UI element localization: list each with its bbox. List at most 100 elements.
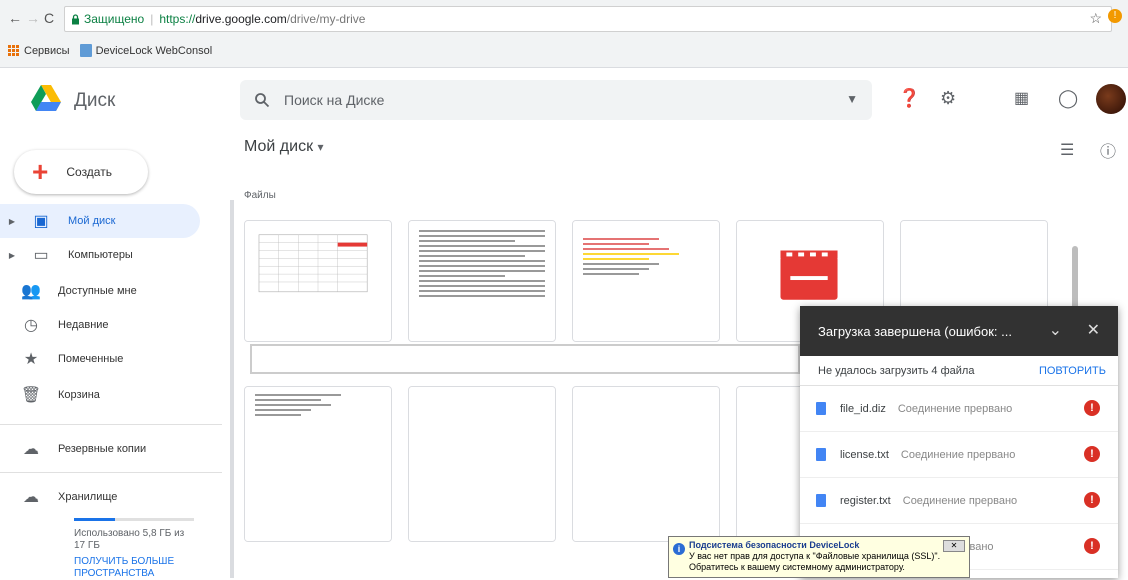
file-tile[interactable] [572, 386, 720, 542]
collapse-icon[interactable]: ⌄ [1049, 320, 1062, 340]
sidebar-scrollbar[interactable] [230, 200, 234, 578]
lock-icon: Защищено [71, 12, 144, 26]
sidebar-item-trash[interactable]: 🗑 Корзина [0, 378, 200, 412]
sidebar-item-label: Помеченные [58, 353, 124, 365]
bookmark-devicelock[interactable]: DeviceLock WebConsol [79, 44, 212, 57]
reload-icon[interactable]: C [44, 10, 54, 26]
notifications-icon[interactable]: ◯ [1058, 88, 1078, 109]
sidebar-item-label: Корзина [58, 389, 100, 401]
filename-input[interactable] [250, 344, 800, 374]
bookmark-star-icon[interactable]: ☆ [1089, 10, 1102, 27]
list-view-icon[interactable]: ☰ [1060, 140, 1074, 160]
sidebar-item-label: Хранилище [58, 491, 118, 503]
upload-panel-title: Загрузка завершена (ошибок: ... [818, 323, 1012, 339]
back-icon[interactable]: ← [8, 10, 22, 26]
browser-chrome: ← → C Защищено | https:// drive.google.c… [0, 0, 1128, 68]
sidebar-divider [0, 472, 222, 473]
sidebar-item-label: Доступные мне [58, 285, 137, 297]
upload-file-name: register.txt [840, 494, 891, 507]
create-label: Создать [66, 165, 112, 179]
search-options-icon[interactable]: ▼ [846, 92, 858, 106]
url-host: drive.google.com [195, 12, 287, 26]
search-icon[interactable] [254, 92, 270, 108]
get-more-storage-link[interactable]: ПОЛУЧИТЬ БОЛЬШЕ ПРОСТРАНСТВА [74, 556, 194, 580]
notification-title: Подсистема безопасности DeviceLock [689, 540, 860, 550]
url-path: /drive/my-drive [286, 12, 366, 26]
sidebar-item-shared[interactable]: 👥 Доступные мне [0, 274, 200, 308]
expand-icon[interactable]: ▶ [0, 251, 24, 260]
page-title[interactable]: Мой диск ▾ [244, 138, 324, 156]
file-tile[interactable] [244, 386, 392, 542]
create-button[interactable]: + Создать [14, 150, 148, 194]
chevron-down-icon[interactable]: ▾ [318, 140, 324, 154]
drive-icon: ▣ [33, 213, 49, 230]
forward-icon[interactable]: → [26, 10, 40, 26]
file-tile[interactable] [408, 220, 556, 342]
upload-item[interactable]: file_id.diz Соединение прервано ! [800, 386, 1118, 432]
address-bar[interactable]: Защищено | https:// drive.google.com /dr… [64, 6, 1112, 32]
storage-cloud-icon: ☁ [23, 489, 39, 506]
plus-icon: + [32, 156, 49, 187]
sidebar-item-storage[interactable]: ☁ Хранилище [0, 480, 200, 514]
sidebar-item-label: Компьютеры [68, 249, 133, 261]
upload-summary: Не удалось загрузить 4 файла [818, 364, 975, 377]
upload-status: Соединение прервано [902, 494, 1018, 507]
files-heading: Файлы [244, 190, 276, 201]
document-thumbnail [573, 221, 719, 341]
file-tile[interactable] [572, 220, 720, 342]
upload-item[interactable]: register.txt Соединение прервано ! [800, 478, 1118, 524]
info-icon[interactable]: ⓘ [1100, 138, 1116, 162]
blank-thumbnail [409, 387, 555, 541]
close-icon[interactable]: ✕ [1087, 320, 1100, 340]
close-icon[interactable]: ✕ [943, 540, 965, 552]
brand-title: Диск [74, 90, 116, 111]
sidebar-item-backups[interactable]: ☁ Резервные копии [0, 432, 200, 466]
shared-icon: 👥 [21, 283, 41, 300]
upload-panel-header: Загрузка завершена (ошибок: ... ⌄ ✕ [800, 306, 1118, 356]
clock-icon: ◷ [24, 317, 38, 334]
upload-item[interactable]: license.txt Соединение прервано ! [800, 432, 1118, 478]
file-tile[interactable] [408, 386, 556, 542]
page-icon [79, 44, 92, 57]
sidebar-item-computers[interactable]: ▶ ▭ Компьютеры [0, 238, 200, 272]
retry-button[interactable]: ПОВТОРИТЬ [1039, 365, 1106, 377]
storage-usage-text: Использовано 5,8 ГБ из 17 ГБ [74, 528, 185, 551]
sidebar-item-label: Недавние [58, 319, 109, 331]
address-separator: | [150, 12, 154, 26]
error-icon: ! [1084, 446, 1100, 462]
upload-file-name: license.txt [840, 448, 889, 461]
sidebar-item-starred[interactable]: ★ Помеченные [0, 342, 200, 376]
search-placeholder: Поиск на Диске [284, 92, 385, 108]
blank-thumbnail [573, 387, 719, 541]
storage-progress-bar [74, 518, 194, 521]
upload-status: Соединение прервано [897, 402, 1013, 415]
sidebar-item-my-drive[interactable]: ▶ ▣ Мой диск [0, 204, 200, 238]
document-thumbnail [245, 387, 391, 541]
secure-label: Защищено [84, 12, 145, 26]
search-input[interactable]: Поиск на Диске ▼ [240, 80, 872, 120]
sidebar-item-label: Резервные копии [58, 443, 147, 455]
extension-icon[interactable]: ! [1108, 9, 1122, 23]
file-icon [816, 402, 826, 415]
apps-icon[interactable]: ▦ [1014, 88, 1029, 108]
help-icon[interactable]: ❓ [898, 88, 920, 109]
document-thumbnail [409, 221, 555, 341]
cloud-icon: ☁ [23, 441, 39, 458]
drive-logo-icon[interactable] [30, 84, 62, 114]
bookmark-apps[interactable]: Сервисы [8, 44, 70, 57]
file-icon [816, 448, 826, 461]
notification-body: У вас нет прав для доступа к "Файловые х… [689, 551, 941, 572]
upload-summary-row: Не удалось загрузить 4 файла ПОВТОРИТЬ [800, 356, 1118, 386]
expand-icon[interactable]: ▶ [0, 217, 24, 226]
error-icon: ! [1084, 400, 1100, 416]
bookmark-label: Сервисы [24, 44, 70, 57]
url-protocol: https:// [159, 12, 196, 26]
file-tile[interactable] [244, 220, 392, 342]
sidebar-item-recent[interactable]: ◷ Недавние [0, 308, 200, 342]
file-icon [816, 494, 826, 507]
gear-icon[interactable]: ⚙ [940, 88, 956, 109]
spreadsheet-thumbnail [245, 221, 391, 341]
info-icon: i [673, 543, 685, 555]
devicelock-notification[interactable]: i Подсистема безопасности DeviceLock У в… [668, 536, 970, 578]
avatar[interactable] [1096, 84, 1126, 114]
